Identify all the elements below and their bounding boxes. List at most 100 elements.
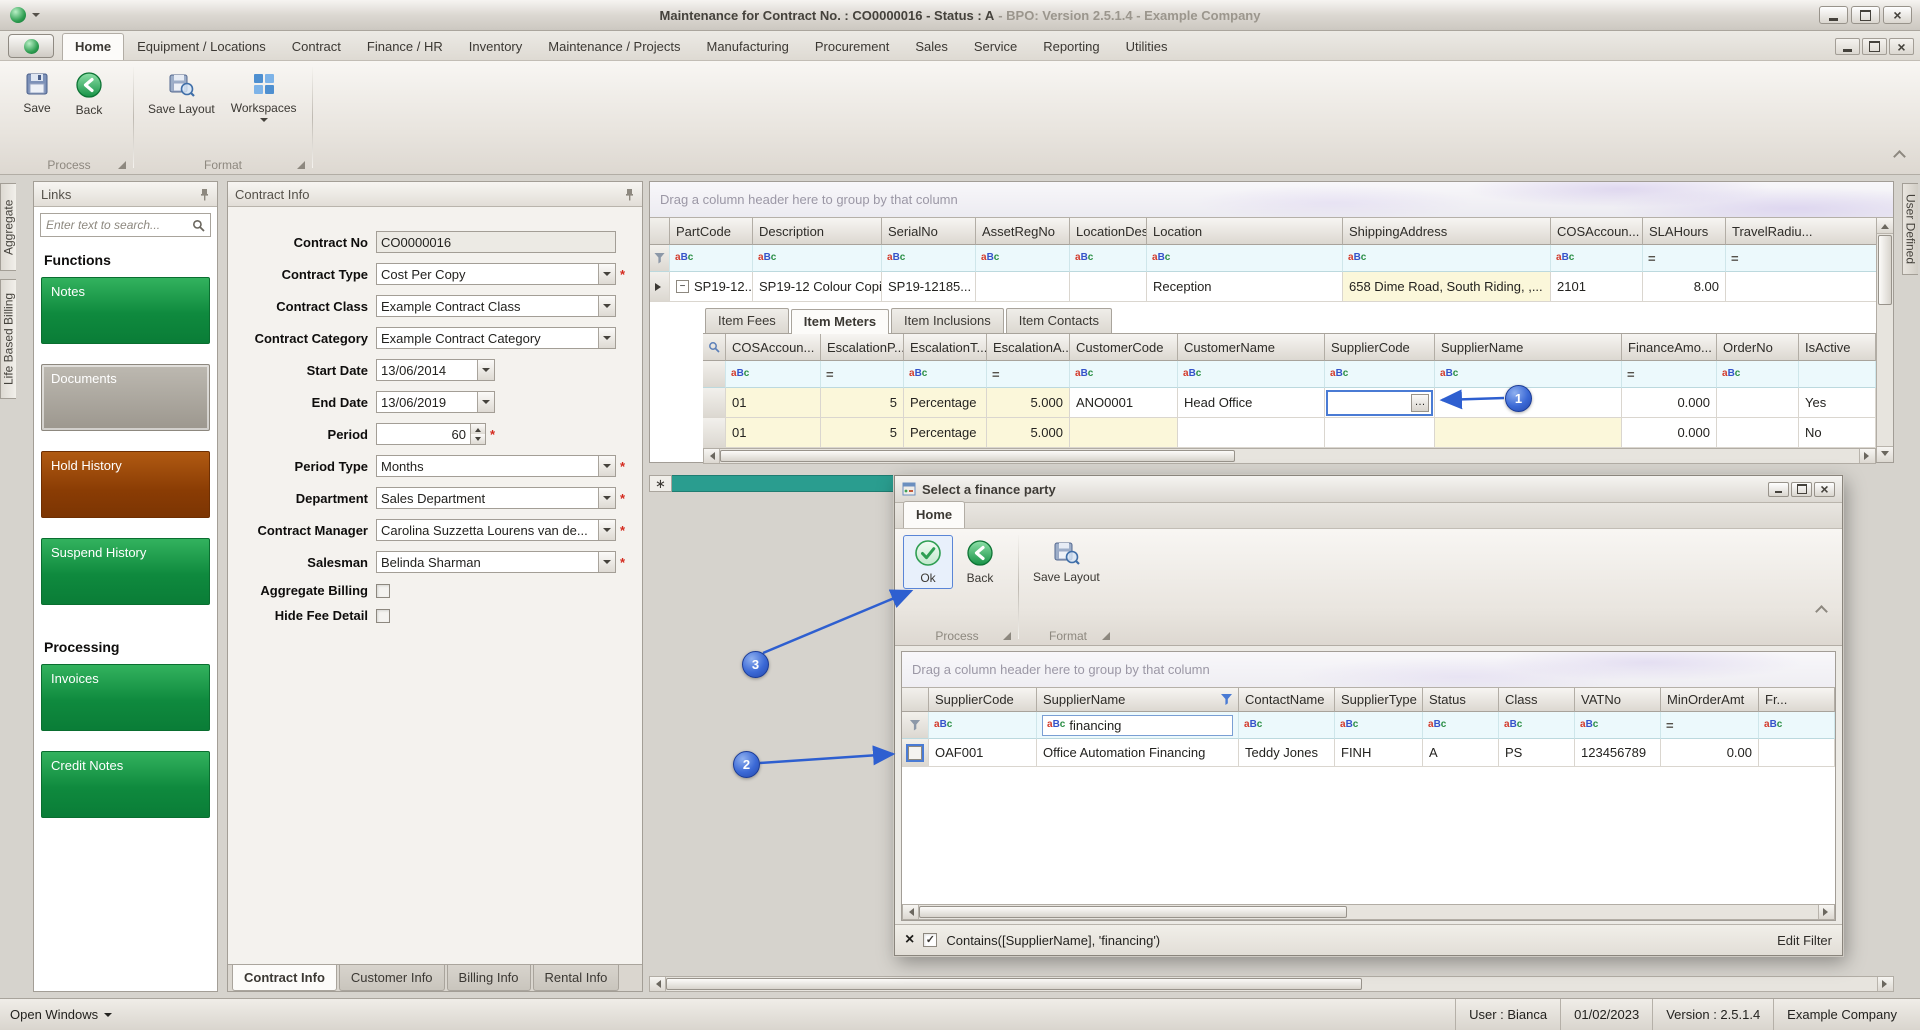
cell-customercode[interactable] [1070,418,1178,448]
meters-horizontal-scrollbar[interactable] [703,448,1876,464]
cell-suppliercode[interactable] [1325,418,1435,448]
equipment-row[interactable]: SP19-12... SP19-12 Colour Copier SP19-12… [650,272,1893,302]
column-header-fr[interactable]: Fr... [1759,688,1835,712]
column-header-suppliercode[interactable]: SupplierCode [1325,334,1435,361]
group-dialog-launcher-icon[interactable] [297,161,305,169]
column-header-vatno[interactable]: VATNo [1575,688,1661,712]
tab-contract-info[interactable]: Contract Info [232,965,337,991]
tab-reporting[interactable]: Reporting [1030,33,1112,60]
column-header-escalationt[interactable]: EscalationT... [904,334,987,361]
cell-assetregno[interactable] [976,272,1070,302]
group-dialog-launcher-icon[interactable] [1102,632,1110,640]
cell-cosaccount[interactable]: 01 [726,388,821,418]
filter-cell-status[interactable] [1423,712,1499,739]
ok-button[interactable]: Ok [903,535,953,589]
cell-status[interactable]: A [1423,739,1499,767]
tab-sales[interactable]: Sales [902,33,961,60]
hide-fee-detail-checkbox[interactable] [376,609,390,623]
filter-cell[interactable] [1435,361,1622,388]
tab-item-contacts[interactable]: Item Contacts [1006,308,1112,333]
cell-escalationa[interactable]: 5.000 [987,388,1070,418]
column-header-status[interactable]: Status [1423,688,1499,712]
save-layout-button[interactable]: Save Layout [141,67,222,120]
filter-cell-suppliername[interactable]: financing [1037,712,1239,739]
column-header-suppliercode[interactable]: SupplierCode [929,688,1037,712]
mdi-minimize-button[interactable] [1835,38,1860,55]
mdi-close-button[interactable] [1889,38,1914,55]
clear-filter-icon[interactable] [905,932,914,948]
cell-partcode[interactable]: SP19-12... [670,272,753,302]
dialog-group-by-panel[interactable]: Drag a column header here to group by th… [902,652,1835,688]
links-search-box[interactable] [40,213,211,237]
grid-vertical-scrollbar[interactable] [1876,218,1893,462]
filter-cell-minorderamt[interactable] [1661,712,1759,739]
scroll-left-button[interactable] [704,449,720,463]
cell-suppliername[interactable] [1435,418,1622,448]
cell-cosaccount[interactable]: 2101 [1551,272,1643,302]
scroll-left-button[interactable] [650,977,666,991]
cell-fr[interactable] [1759,739,1835,767]
hold-history-button[interactable]: Hold History [41,451,210,518]
column-header-isactive[interactable]: IsActive [1799,334,1876,361]
cell-locationdesc[interactable] [1070,272,1147,302]
dialog-back-button[interactable]: Back [955,535,1005,589]
aggregate-billing-checkbox[interactable] [376,584,390,598]
column-header-travelradius[interactable]: TravelRadiu... [1726,218,1893,245]
start-date-picker[interactable]: 13/06/2014 [376,359,495,381]
cell-orderno[interactable] [1717,418,1799,448]
meters-row-1[interactable]: 01 5 Percentage 5.000 ANO0001 Head Offic… [703,388,1876,418]
filter-cell-fr[interactable] [1759,712,1835,739]
cell-serialno[interactable]: SP19-12185... [882,272,976,302]
cell-slahours[interactable]: 8.00 [1643,272,1726,302]
filter-cell[interactable] [1070,361,1178,388]
column-header-partcode[interactable]: PartCode [670,218,753,245]
contract-category-combo[interactable]: Example Contract Category [376,327,616,349]
column-header-customercode[interactable]: CustomerCode [1070,334,1178,361]
scrollbar-thumb[interactable] [720,450,1235,462]
cell-description[interactable]: SP19-12 Colour Copier [753,272,882,302]
period-type-combo[interactable]: Months [376,455,616,477]
ribbon-collapse-button[interactable] [1890,148,1908,164]
column-header-orderno[interactable]: OrderNo [1717,334,1799,361]
column-header-location[interactable]: Location [1147,218,1343,245]
contract-class-combo[interactable]: Example Contract Class [376,295,616,317]
row-select-checkbox[interactable] [908,746,922,760]
save-button[interactable]: Save [12,67,62,119]
filter-cell[interactable] [821,361,904,388]
cell-customercode[interactable]: ANO0001 [1070,388,1178,418]
tab-item-meters[interactable]: Item Meters [791,309,889,334]
tab-contract[interactable]: Contract [279,33,354,60]
app-logo-icon[interactable] [10,7,26,23]
cell-isactive[interactable]: Yes [1799,388,1876,418]
notes-button[interactable]: Notes [41,277,210,344]
cell-vatno[interactable]: 123456789 [1575,739,1661,767]
dialog-maximize-button[interactable] [1791,482,1812,497]
filter-cell[interactable] [904,361,987,388]
dropdown-arrow-icon[interactable] [598,520,615,540]
department-combo[interactable]: Sales Department [376,487,616,509]
dialog-title-bar[interactable]: Select a finance party [895,476,1842,503]
dialog-ribbon-collapse-button[interactable] [1812,603,1830,619]
quick-access-dropdown-icon[interactable] [32,13,40,21]
group-dialog-launcher-icon[interactable] [118,161,126,169]
filter-cell[interactable] [1717,361,1799,388]
cell-contactname[interactable]: Teddy Jones [1239,739,1335,767]
spin-up-icon[interactable] [471,424,485,434]
dropdown-arrow-icon[interactable] [598,328,615,348]
filter-cell-description[interactable] [753,245,882,272]
cell-escalationt[interactable]: Percentage [904,388,987,418]
suppliercode-editor[interactable] [1326,390,1433,416]
filter-cell-slahours[interactable] [1643,245,1726,272]
column-header-cosaccount[interactable]: COSAccoun... [1551,218,1643,245]
column-header-description[interactable]: Description [753,218,882,245]
tab-inventory[interactable]: Inventory [456,33,535,60]
filter-cell-locationdesc[interactable] [1070,245,1147,272]
column-header-escalationa[interactable]: EscalationA... [987,334,1070,361]
suppliername-filter-input[interactable]: financing [1042,715,1233,736]
column-header-financeamount[interactable]: FinanceAmo... [1622,334,1717,361]
sidebar-tab-aggregate[interactable]: Aggregate [0,183,16,271]
dropdown-arrow-icon[interactable] [598,296,615,316]
scroll-right-button[interactable] [1818,905,1834,919]
workarea-horizontal-scrollbar[interactable] [649,976,1894,992]
cell-escalationp[interactable]: 5 [821,388,904,418]
